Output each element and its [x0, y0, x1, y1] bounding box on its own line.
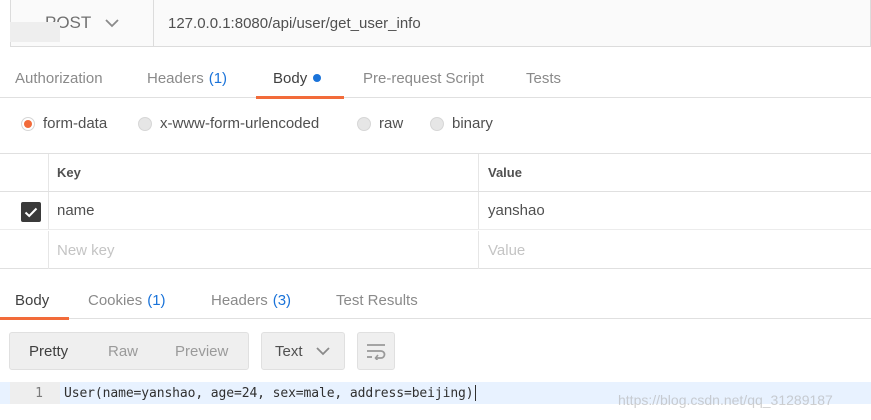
tab-headers[interactable]: Headers (1) [147, 58, 227, 98]
radio-unselected-icon [357, 116, 371, 131]
tab-tests[interactable]: Tests [526, 58, 561, 98]
tab-label: Headers [211, 291, 268, 309]
tab-label: Cookies [88, 291, 143, 309]
view-mode-toggle: Pretty Raw Preview [9, 332, 249, 370]
code-line: User(name=yanshao, age=24, sex=male, add… [64, 382, 476, 404]
pretty-button[interactable]: Pretty [29, 333, 68, 369]
value-column-header: Value [488, 165, 522, 180]
wrap-lines-button[interactable] [357, 332, 395, 370]
check-icon [24, 207, 38, 217]
radio-form-data[interactable]: form-data [21, 115, 107, 132]
watermark: https://blog.csdn.net/qq_31289187 [618, 392, 833, 408]
tab-response-body[interactable]: Body [0, 281, 69, 320]
tab-label: Body [273, 69, 308, 87]
radio-label: x-www-form-urlencoded [160, 115, 320, 132]
table-header: Key Value [0, 154, 871, 192]
code-line-text: User(name=yanshao, age=24, sex=male, add… [64, 385, 474, 401]
new-value-input[interactable]: Value [479, 231, 871, 269]
radio-x-www-form-urlencoded[interactable]: x-www-form-urlencoded [138, 115, 319, 132]
tab-label: Body [15, 291, 50, 309]
tab-pre-request-script[interactable]: Pre-request Script [363, 58, 484, 98]
chevron-down-icon [105, 18, 119, 28]
form-data-table: Key Value name yanshao New key Value [0, 153, 871, 269]
wrap-lines-icon [367, 344, 386, 360]
raw-button[interactable]: Raw [108, 333, 138, 369]
table-row: name yanshao [0, 192, 871, 230]
tab-test-results[interactable]: Test Results [336, 281, 418, 319]
tab-label: Pre-request Script [363, 69, 484, 87]
radio-raw[interactable]: raw [357, 115, 403, 132]
tab-cookies[interactable]: Cookies (1) [88, 281, 166, 319]
format-dropdown[interactable]: Text [261, 332, 345, 370]
key-column-header: Key [48, 154, 479, 191]
tab-label: Authorization [15, 69, 103, 87]
radio-label: raw [379, 115, 404, 132]
modified-dot-icon [313, 74, 322, 82]
tab-label: Tests [526, 69, 562, 87]
url-input[interactable]: 127.0.0.1:8080/api/user/get_user_info [154, 0, 870, 46]
line-number: 1 [10, 382, 60, 404]
new-key-input[interactable]: New key [48, 231, 479, 269]
format-label: Text [275, 342, 303, 360]
chevron-down-icon [315, 346, 330, 356]
tab-body[interactable]: Body [256, 58, 344, 99]
tab-label: Test Results [336, 291, 418, 309]
value-cell[interactable]: yanshao [479, 192, 871, 229]
gutter-extension [10, 22, 60, 42]
table-row-new: New key Value [0, 231, 871, 269]
radio-selected-icon [21, 116, 35, 131]
text-cursor [474, 385, 476, 401]
tab-label: Headers [147, 69, 204, 87]
url-bar: POST 127.0.0.1:8080/api/user/get_user_in… [10, 0, 871, 47]
radio-label: form-data [43, 115, 108, 132]
radio-unselected-icon [138, 116, 152, 131]
radio-unselected-icon [430, 116, 444, 131]
tab-response-headers[interactable]: Headers (3) [211, 281, 291, 319]
row-checkbox[interactable] [21, 202, 41, 222]
radio-binary[interactable]: binary [430, 115, 493, 132]
response-tabs: Body Cookies (1) Headers (3) Test Result… [0, 281, 871, 320]
body-type-group: form-data x-www-form-urlencoded raw bina… [0, 100, 871, 148]
tab-count: (1) [147, 291, 166, 309]
tab-count: (1) [208, 69, 228, 87]
tab-authorization[interactable]: Authorization [15, 58, 103, 98]
key-cell[interactable]: name [48, 192, 479, 229]
request-tabs: Authorization Headers (1) Body Pre-reque… [0, 58, 871, 99]
preview-button[interactable]: Preview [175, 333, 228, 369]
radio-label: binary [452, 115, 493, 132]
tab-count: (3) [272, 291, 292, 309]
